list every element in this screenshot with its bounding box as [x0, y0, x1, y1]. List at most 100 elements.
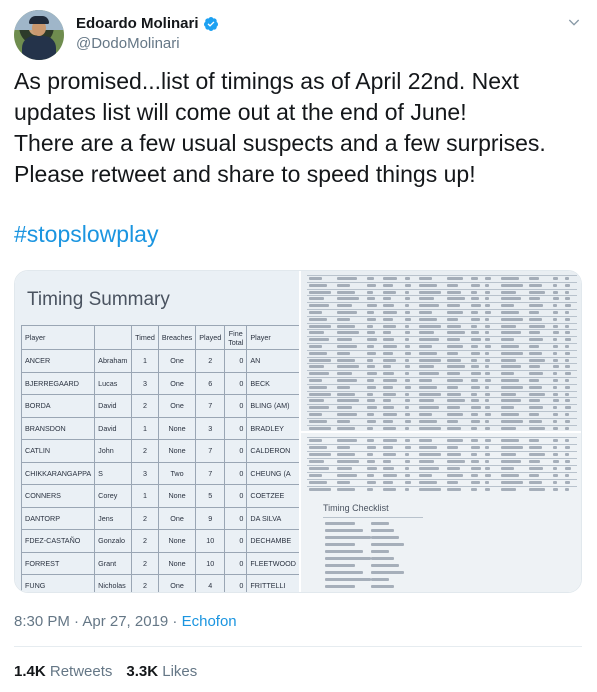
list-cell-text	[565, 467, 571, 470]
list-cell-text	[405, 304, 409, 308]
list-cell-text	[447, 317, 458, 321]
list-cell-text	[337, 331, 359, 335]
tweet-timestamp[interactable]: 8:30 PM · Apr 27, 2019	[14, 613, 168, 630]
table-cell: 2	[131, 439, 159, 463]
author-handle[interactable]: @DodoMolinari	[76, 34, 219, 54]
list-cell-text	[405, 392, 410, 396]
list-cell-text	[419, 474, 433, 477]
list-cell-text	[419, 351, 437, 355]
list-cell-text	[337, 453, 355, 456]
list-cell-text	[565, 481, 571, 484]
list-row-line	[307, 315, 577, 317]
list-cell-text	[471, 290, 477, 294]
list-cell-text	[383, 331, 392, 335]
table-cell: None	[157, 529, 197, 553]
list-cell-text	[471, 331, 479, 335]
list-cell-text	[383, 277, 397, 280]
list-cell-text	[485, 358, 491, 362]
list-cell-text	[485, 290, 491, 294]
list-cell-text	[383, 351, 393, 355]
list-cell-text	[471, 345, 478, 348]
list-cell-text	[309, 351, 327, 355]
list-cell-text	[501, 372, 515, 376]
list-cell-text	[383, 399, 392, 403]
list-cell-text	[309, 290, 331, 294]
timing-summary-photo[interactable]: Timing Summary Player Timed Breaches Pla…	[15, 271, 299, 592]
avatar[interactable]	[14, 10, 64, 60]
checklist-cell-text	[325, 564, 355, 567]
timing-checklist-photo[interactable]: Timing Checklist	[301, 433, 581, 592]
list-cell-text	[471, 446, 480, 449]
list-cell-text	[309, 324, 331, 328]
chevron-down-icon[interactable]	[566, 14, 582, 30]
list-cell-text	[565, 453, 569, 456]
table-cell: 0	[224, 506, 248, 530]
list-cell-text	[447, 474, 464, 477]
list-cell-text	[447, 446, 458, 449]
hashtag-link[interactable]: #stopslowplay	[14, 219, 158, 250]
list-cell-text	[309, 317, 327, 321]
list-cell-text	[471, 317, 480, 321]
list-cell-text	[529, 311, 539, 314]
list-cell-text	[419, 372, 439, 376]
list-cell-text	[501, 488, 517, 491]
list-cell-text	[419, 283, 437, 287]
author-name-text[interactable]: Edoardo Molinari	[76, 14, 199, 34]
list-cell-text	[367, 406, 377, 410]
list-cell-text	[529, 413, 539, 416]
list-cell-text	[447, 290, 462, 294]
list-cell-text	[419, 358, 441, 362]
table-cell: CONNERS	[20, 484, 96, 508]
author-block[interactable]: Edoardo Molinari @DodoMolinari	[76, 14, 219, 54]
column-header: Played	[195, 325, 226, 350]
list-cell-text	[501, 311, 519, 314]
source-link[interactable]: Echofon	[182, 613, 237, 630]
list-cell-text	[471, 358, 477, 362]
likes-count: 3.3K	[126, 663, 159, 680]
likes-stat[interactable]: 3.3K Likes	[126, 663, 197, 680]
table-cell: Grant	[94, 551, 133, 575]
list-cell-text	[419, 277, 433, 280]
list-cell-text	[405, 426, 410, 430]
checklist-cell-text	[371, 578, 389, 581]
list-cell-text	[471, 338, 481, 342]
list-cell-text	[501, 392, 517, 396]
list-cell-text	[405, 413, 410, 416]
list-row-line	[307, 451, 577, 452]
list-cell-text	[337, 379, 357, 382]
list-cell-text	[565, 304, 571, 308]
verified-badge-icon	[203, 17, 218, 31]
list-cell-text	[309, 365, 325, 369]
list-cell-text	[565, 358, 569, 362]
list-cell-text	[309, 446, 327, 449]
checklist-cell-text	[371, 529, 394, 532]
checklist-cell-text	[371, 536, 399, 539]
list-cell-text	[529, 345, 539, 348]
list-cell-text	[447, 399, 465, 403]
list-cell-text	[367, 297, 375, 301]
list-cell-text	[337, 317, 351, 321]
list-cell-text	[309, 385, 327, 389]
table-cell: 0	[224, 371, 248, 395]
list-cell-text	[553, 399, 559, 403]
media-grid[interactable]: Timing Summary Player Timed Breaches Pla…	[14, 270, 582, 593]
list-row-line	[307, 329, 577, 331]
list-cell-text	[383, 460, 392, 463]
list-cell-text	[471, 385, 480, 389]
checklist-cell-text	[371, 571, 404, 574]
author-name[interactable]: Edoardo Molinari	[76, 14, 219, 34]
table-cell: None	[157, 416, 197, 440]
list-cell-text	[485, 467, 490, 470]
timing-list-photo[interactable]	[301, 271, 581, 431]
list-cell-text	[485, 304, 490, 308]
table-cell: None	[157, 551, 197, 575]
list-cell-text	[337, 277, 357, 280]
list-cell-text	[447, 304, 460, 308]
list-cell-text	[565, 399, 570, 403]
column-header: Fine Total	[224, 325, 248, 350]
list-cell-text	[553, 290, 558, 294]
retweets-stat[interactable]: 1.4K Retweets	[14, 663, 112, 680]
list-cell-text	[405, 317, 411, 321]
list-cell-text	[405, 283, 411, 287]
list-cell-text	[501, 413, 519, 416]
